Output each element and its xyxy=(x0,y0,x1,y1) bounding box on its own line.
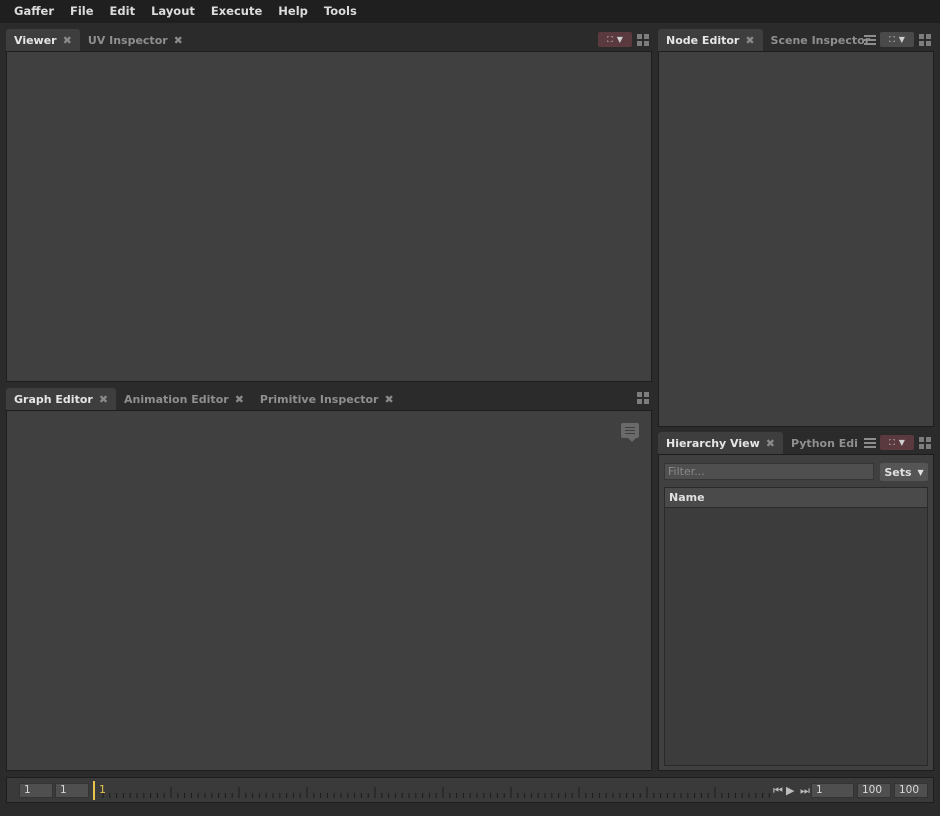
node-tab-tools: ⛶ ▼ xyxy=(864,32,932,47)
menu-icon[interactable] xyxy=(864,437,876,448)
sets-label: Sets xyxy=(884,465,912,479)
hierarchy-content: Sets ▼ Name xyxy=(658,454,934,771)
tab-scene-inspector[interactable]: Scene Inspector xyxy=(763,29,879,51)
current-frame-label: 1 xyxy=(99,783,106,796)
chevron-down-icon: ▼ xyxy=(898,438,905,447)
timeline-ruler[interactable] xyxy=(93,781,773,801)
close-icon[interactable]: ✖ xyxy=(766,437,775,450)
tab-primitive-inspector[interactable]: Primitive Inspector ✖ xyxy=(252,388,402,410)
pin-button[interactable]: ⛶ ▼ xyxy=(598,32,632,47)
timeline: 1 1 1 ⏮ ▶ ⏭ 1 100 100 xyxy=(6,777,934,803)
tab-hierarchy-view[interactable]: Hierarchy View ✖ xyxy=(658,432,783,454)
pin-icon: ⛶ xyxy=(889,437,895,447)
layout-grid-icon[interactable] xyxy=(636,32,650,47)
skip-end-icon[interactable]: ⏭ xyxy=(800,785,810,796)
layout-grid-icon[interactable] xyxy=(918,32,932,47)
chevron-down-icon: ▼ xyxy=(616,35,623,44)
play-icon[interactable]: ▶ xyxy=(786,785,794,796)
layout-grid-icon[interactable] xyxy=(636,391,650,405)
menu-layout[interactable]: Layout xyxy=(143,0,203,23)
range-end-field[interactable]: 100 xyxy=(857,783,891,798)
menu-tools[interactable]: Tools xyxy=(316,0,365,23)
tab-node-editor[interactable]: Node Editor ✖ xyxy=(658,29,763,51)
tab-label: UV Inspector xyxy=(87,33,168,47)
tab-uv-inspector[interactable]: UV Inspector ✖ xyxy=(80,29,191,51)
hierarchy-tabbar: Hierarchy View ✖ Python Editor xyxy=(658,432,858,454)
filter-row: Sets ▼ xyxy=(664,463,928,481)
skip-start-icon[interactable]: ⏮ xyxy=(773,785,783,796)
close-icon[interactable]: ✖ xyxy=(63,34,72,47)
column-header-name[interactable]: Name xyxy=(665,488,927,508)
menu-file[interactable]: File xyxy=(62,0,102,23)
menu-help[interactable]: Help xyxy=(270,0,316,23)
note-icon[interactable] xyxy=(621,423,639,442)
tab-label: Node Editor xyxy=(666,33,740,47)
graph-tabbar: Graph Editor ✖ Animation Editor ✖ Primit… xyxy=(6,388,652,410)
pin-icon: ⛶ xyxy=(607,34,613,44)
filter-input[interactable] xyxy=(664,463,874,480)
viewer-tab-tools: ⛶ ▼ xyxy=(598,32,650,47)
start-frame-field[interactable]: 1 xyxy=(19,783,53,798)
hierarchy-table[interactable]: Name xyxy=(664,487,928,766)
tab-viewer[interactable]: Viewer ✖ xyxy=(6,29,80,51)
menu-execute[interactable]: Execute xyxy=(203,0,270,23)
pin-button[interactable]: ⛶ ▼ xyxy=(880,32,914,47)
playhead[interactable] xyxy=(93,781,95,800)
viewer-tabbar: Viewer ✖ UV Inspector ✖ xyxy=(6,29,652,51)
tab-label: Hierarchy View xyxy=(666,436,760,450)
menu-icon[interactable] xyxy=(864,34,876,45)
end-frame-field[interactable]: 100 xyxy=(894,783,928,798)
range-start-field[interactable]: 1 xyxy=(55,783,89,798)
menu-gaffer[interactable]: Gaffer xyxy=(6,0,62,23)
node-editor-panel: Node Editor ✖ Scene Inspector ⛶ ▼ xyxy=(658,29,934,427)
graph-tab-tools xyxy=(636,391,650,405)
chevron-down-icon: ▼ xyxy=(917,467,924,477)
close-icon[interactable]: ✖ xyxy=(745,34,754,47)
close-icon[interactable]: ✖ xyxy=(235,393,244,406)
hierarchy-panel: Hierarchy View ✖ Python Editor ⛶ ▼ Sets … xyxy=(658,432,934,771)
tab-label: Primitive Inspector xyxy=(259,392,379,406)
viewer-panel: Viewer ✖ UV Inspector ✖ ⛶ ▼ xyxy=(6,29,652,382)
tab-label: Animation Editor xyxy=(124,392,229,406)
chevron-down-icon: ▼ xyxy=(898,35,905,44)
tab-label: Viewer xyxy=(14,33,57,47)
tab-label: Scene Inspector xyxy=(770,33,871,47)
layout-grid-icon[interactable] xyxy=(918,435,932,450)
close-icon[interactable]: ✖ xyxy=(174,34,183,47)
node-editor-content[interactable] xyxy=(658,51,934,427)
tab-python-editor[interactable]: Python Editor xyxy=(783,432,858,454)
close-icon[interactable]: ✖ xyxy=(384,393,393,406)
pin-button[interactable]: ⛶ ▼ xyxy=(880,435,914,450)
current-frame-field[interactable]: 1 xyxy=(811,783,854,798)
tab-graph-editor[interactable]: Graph Editor ✖ xyxy=(6,388,117,410)
sets-button[interactable]: Sets ▼ xyxy=(880,463,928,481)
close-icon[interactable]: ✖ xyxy=(99,393,108,406)
tab-label: Python Editor xyxy=(791,436,858,450)
tab-animation-editor[interactable]: Animation Editor ✖ xyxy=(116,388,252,410)
tab-label: Graph Editor xyxy=(14,392,93,406)
pin-icon: ⛶ xyxy=(889,34,895,44)
graph-editor-panel: Graph Editor ✖ Animation Editor ✖ Primit… xyxy=(6,388,652,771)
menu-bar: Gaffer File Edit Layout Execute Help Too… xyxy=(0,0,940,23)
menu-edit[interactable]: Edit xyxy=(102,0,144,23)
viewer-viewport[interactable] xyxy=(6,51,652,382)
graph-canvas[interactable] xyxy=(6,410,652,771)
hierarchy-tab-tools: ⛶ ▼ xyxy=(864,435,932,450)
